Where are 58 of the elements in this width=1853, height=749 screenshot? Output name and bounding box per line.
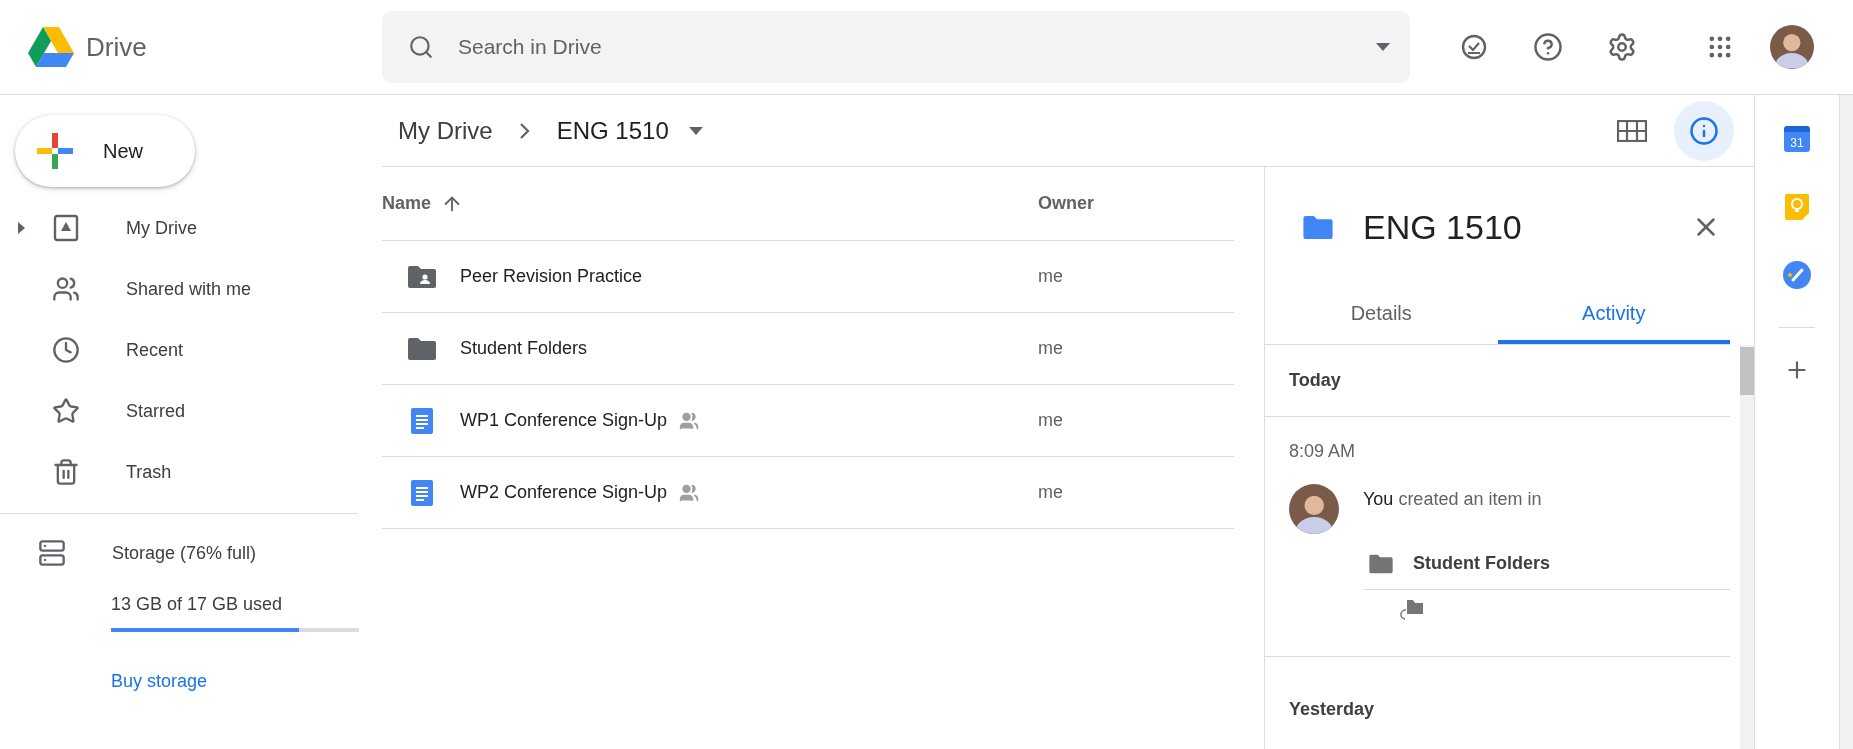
search-field[interactable]: Search in Drive xyxy=(382,11,1410,83)
activity-time: 8:09 AM xyxy=(1289,441,1357,462)
star-icon xyxy=(52,397,80,425)
nav-item[interactable]: Starred xyxy=(0,381,360,441)
people-icon xyxy=(52,275,80,303)
drive-logo-icon xyxy=(28,27,74,67)
buy-storage-link[interactable]: Buy storage xyxy=(111,671,382,692)
owner-cell: me xyxy=(1038,410,1063,431)
panel-tab[interactable]: Details xyxy=(1265,287,1498,344)
clock-icon xyxy=(52,336,80,364)
breadcrumb-item[interactable]: My Drive xyxy=(398,116,493,145)
app-name: Drive xyxy=(86,31,147,63)
document-icon xyxy=(411,407,433,434)
account-avatar[interactable] xyxy=(1770,25,1814,69)
search-icon xyxy=(408,34,434,60)
folder-icon xyxy=(408,336,436,361)
storage-label: Storage (76% full) xyxy=(112,542,257,564)
activity-text: You created an item in xyxy=(1363,489,1543,510)
breadcrumb-item[interactable]: ENG 1510 xyxy=(556,116,703,145)
user-avatar xyxy=(1289,484,1339,534)
storage-usage: 13 GB of 17 GB used xyxy=(111,594,284,615)
column-header[interactable]: Owner xyxy=(1038,193,1094,214)
owner-cell: me xyxy=(1038,266,1063,287)
owner-cell: me xyxy=(1038,338,1063,359)
file-name[interactable]: WP2 Conference Sign-Up xyxy=(460,482,668,503)
trash-icon xyxy=(52,458,80,486)
calendar-icon: 31 xyxy=(1784,126,1810,152)
panel-title: ENG 1510 xyxy=(1363,207,1523,247)
addon-button[interactable]: 31 xyxy=(1773,115,1821,163)
new-button[interactable]: New xyxy=(15,115,195,187)
document-icon xyxy=(411,479,433,506)
day-heading: Today xyxy=(1289,370,1341,391)
file-name[interactable]: WP1 Conference Sign-Up xyxy=(460,410,668,431)
drive-icon xyxy=(53,214,79,242)
file-name[interactable]: Student Folders xyxy=(460,338,588,359)
page-scrollbar[interactable] xyxy=(1839,95,1853,749)
shared-folder-icon xyxy=(408,264,436,289)
scrollbar[interactable] xyxy=(1740,345,1754,749)
search-input[interactable]: Search in Drive xyxy=(456,34,1354,60)
dropdown-caret-icon xyxy=(1376,43,1390,51)
nav-item[interactable]: Trash xyxy=(0,442,360,502)
lightbulb-note-icon xyxy=(1785,194,1809,220)
nav-item[interactable]: My Drive xyxy=(0,198,360,258)
tasks-icon xyxy=(1783,261,1811,289)
folder-icon xyxy=(1369,553,1393,574)
owner-cell: me xyxy=(1038,482,1063,503)
storage-icon xyxy=(38,539,66,567)
panel-tab[interactable]: Activity xyxy=(1497,287,1730,344)
folder-icon xyxy=(1303,214,1333,240)
nav-item[interactable]: Shared with me xyxy=(0,259,360,319)
dropdown-caret-icon xyxy=(688,126,703,135)
plus-icon xyxy=(37,133,73,169)
day-heading: Yesterday xyxy=(1289,699,1375,720)
nav-item[interactable]: Recent xyxy=(0,320,360,380)
chevron-right-icon xyxy=(519,122,530,139)
activity-target[interactable]: Student Folders xyxy=(1413,553,1550,574)
column-header[interactable]: Name xyxy=(382,192,464,215)
file-name[interactable]: Peer Revision Practice xyxy=(460,266,643,287)
